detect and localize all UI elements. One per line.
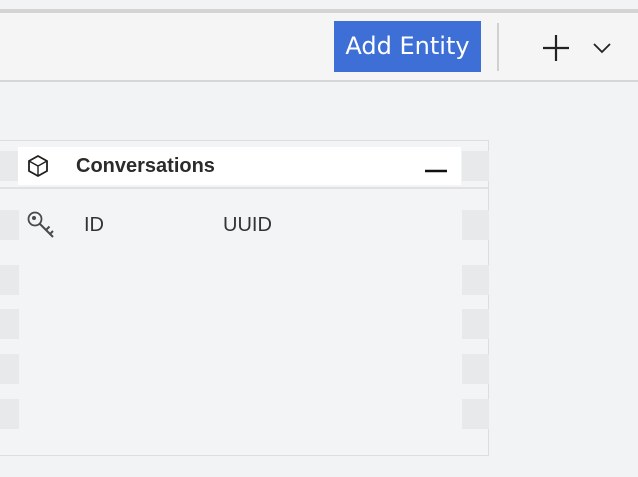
add-entity-button[interactable]: Add Entity [334, 21, 481, 72]
chevron-down-icon[interactable] [590, 39, 614, 57]
connection-handle[interactable] [0, 210, 19, 240]
field-name[interactable]: ID [84, 212, 104, 238]
connection-handle[interactable] [462, 309, 489, 339]
connection-handle[interactable] [0, 151, 19, 181]
connection-handle[interactable] [0, 399, 19, 429]
connection-handle[interactable] [0, 309, 19, 339]
connection-handle[interactable] [0, 265, 19, 295]
toolbar: Add Entity [0, 13, 638, 82]
connection-handle[interactable] [462, 354, 489, 384]
header-divider [0, 187, 488, 189]
key-icon [26, 210, 56, 240]
toolbar-separator [497, 23, 499, 71]
connection-handle[interactable] [0, 354, 19, 384]
connection-handle[interactable] [462, 151, 489, 181]
connection-handle[interactable] [462, 210, 489, 240]
field-type[interactable]: UUID [223, 212, 272, 238]
connection-handle[interactable] [462, 265, 489, 295]
entity-card[interactable]: Conversations ID UUID [0, 140, 489, 456]
connection-handle[interactable] [462, 399, 489, 429]
minus-icon[interactable] [424, 161, 448, 177]
plus-icon[interactable] [539, 33, 573, 63]
cube-icon [27, 154, 49, 178]
entity-title: Conversations [76, 155, 215, 177]
